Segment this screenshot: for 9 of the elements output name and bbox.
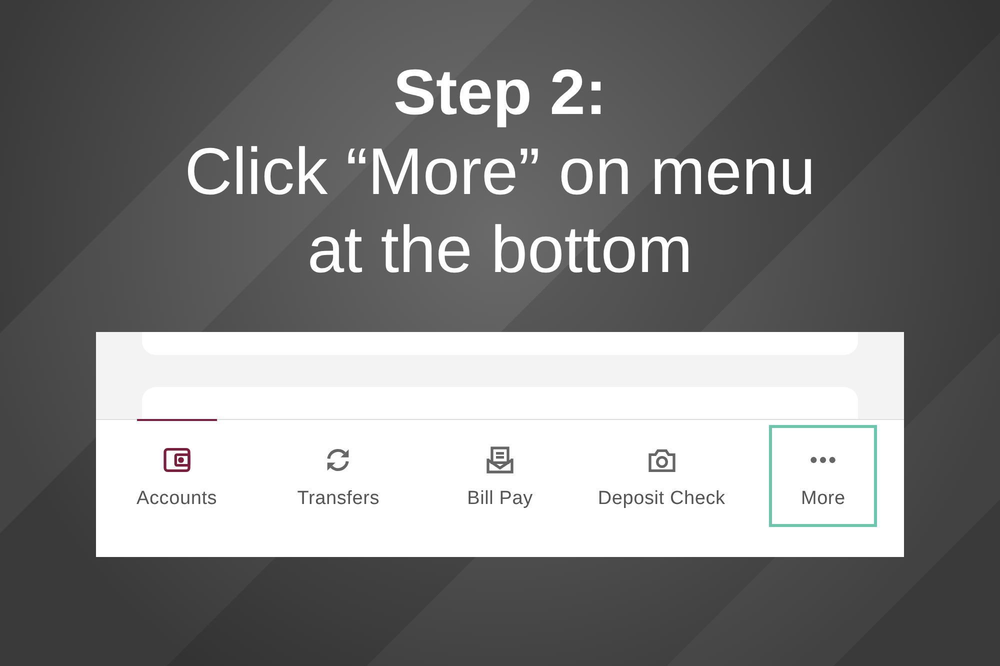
tab[interactable]: Deposit Check bbox=[592, 425, 730, 527]
step-title: Step 2: bbox=[393, 55, 607, 130]
instruction-text: Click “More” on menu at the bottom bbox=[184, 133, 816, 288]
more-icon bbox=[809, 456, 838, 464]
tab[interactable]: Transfers bbox=[270, 425, 408, 527]
tab[interactable]: More bbox=[769, 425, 877, 527]
tab[interactable]: Accounts bbox=[108, 425, 246, 527]
envelope-icon bbox=[484, 444, 516, 476]
tab[interactable]: Bill Pay bbox=[431, 425, 569, 527]
